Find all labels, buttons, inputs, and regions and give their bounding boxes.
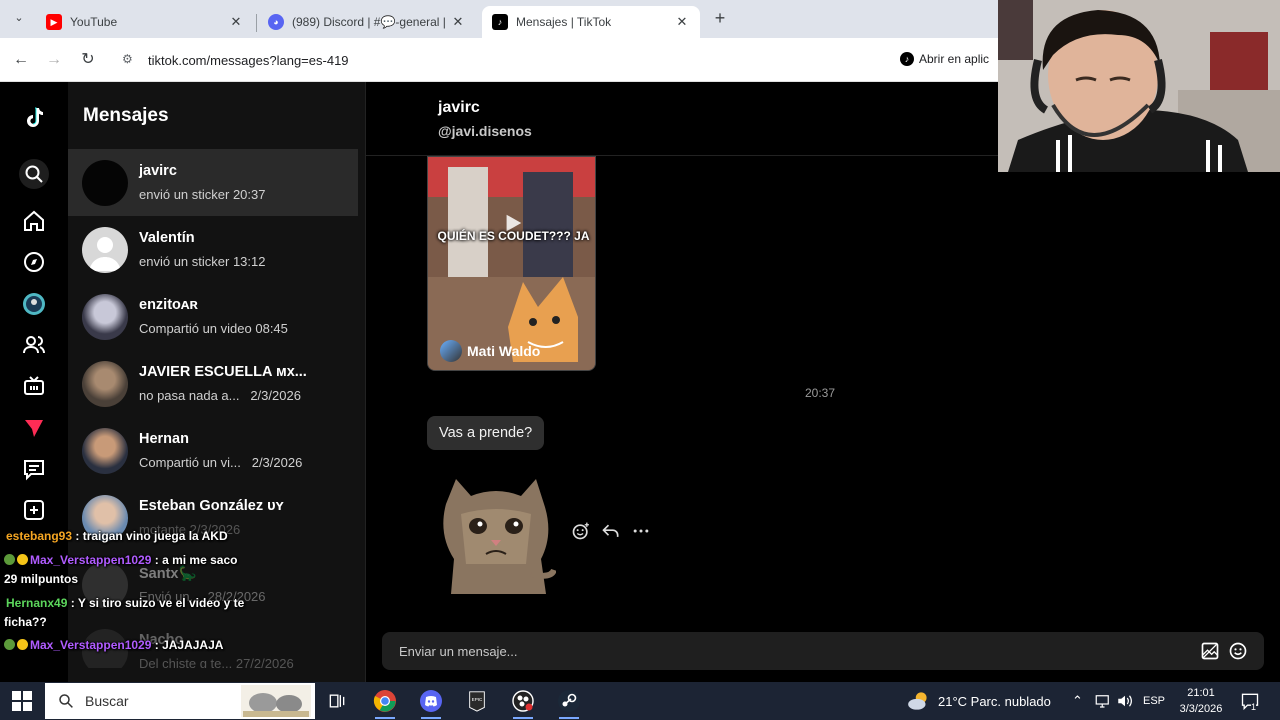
volume-icon[interactable] xyxy=(1116,682,1134,720)
tiktok-icon: ♪ xyxy=(900,52,914,66)
forward-arrow-icon[interactable]: → xyxy=(43,49,65,71)
conversation-item[interactable]: javirc envió un sticker 20:37 xyxy=(68,149,358,216)
reply-icon[interactable] xyxy=(600,520,622,542)
tab-youtube[interactable]: ▶ YouTube ✕ xyxy=(36,6,254,38)
tab-tiktok-messages[interactable]: ♪ Mensajes | TikTok ✕ xyxy=(482,6,700,38)
stream-chat-message: 29 milpuntos xyxy=(4,572,79,586)
site-settings-icon[interactable]: ⚙ xyxy=(122,52,138,68)
discord-icon: ◕ xyxy=(268,14,284,30)
chat-badge-icon xyxy=(17,639,28,650)
chrome-icon[interactable] xyxy=(371,687,399,719)
windows-start-icon[interactable] xyxy=(12,691,32,711)
show-hidden-icons-chevron-icon[interactable]: ⌃ xyxy=(1072,682,1083,720)
conversation-item[interactable]: enzitoᴀʀ Compartió un video 08:45 xyxy=(68,283,358,350)
cat-sticker[interactable] xyxy=(436,474,556,596)
home-icon[interactable] xyxy=(20,207,48,235)
open-in-app-button[interactable]: ♪ Abrir en aplic xyxy=(900,48,989,70)
activity-send-icon[interactable] xyxy=(20,414,48,442)
stream-chat-message: ficha?? xyxy=(4,615,47,629)
back-arrow-icon[interactable]: ← xyxy=(10,49,32,71)
tiktok-icon: ♪ xyxy=(492,14,508,30)
avatar xyxy=(82,294,128,340)
conversation-item[interactable]: JAVIER ESCUELLA ᴍx... no pasa nada a... … xyxy=(68,350,358,417)
reload-icon[interactable]: ↻ xyxy=(77,49,99,71)
stream-chat-message: Max_Verstappen1029 : a mi me saco xyxy=(4,553,237,567)
conversation-item[interactable]: Valentín envió un sticker 13:12 xyxy=(68,216,358,283)
chat-contact-handle[interactable]: @javi.disenos xyxy=(438,123,532,139)
close-tab-icon[interactable]: ✕ xyxy=(228,14,244,30)
task-view-icon[interactable] xyxy=(323,687,351,715)
messages-icon[interactable] xyxy=(20,455,48,483)
system-clock[interactable]: 21:01 3/3/2026 xyxy=(1175,685,1227,717)
weather-widget[interactable]: 21°C Parc. nublado xyxy=(906,682,1051,720)
message-bubble[interactable]: Vas a prende? xyxy=(427,416,545,450)
search-icon xyxy=(59,694,73,708)
windows-taskbar: Buscar EPIC 21°C Parc. nublado ⌃ ESP 21:… xyxy=(0,682,1280,720)
chat-panel: javirc @javi.disenos QUIÉN ES COUDET??? … xyxy=(366,82,1280,682)
discord-icon[interactable] xyxy=(417,687,445,719)
tiktok-logo-icon[interactable] xyxy=(20,104,48,132)
stream-chat-message: Max_Verstappen1029 : JAJAJAJA xyxy=(4,638,223,652)
epic-games-icon[interactable]: EPIC xyxy=(463,687,491,715)
close-tab-icon[interactable]: ✕ xyxy=(450,14,466,30)
network-icon[interactable] xyxy=(1094,682,1112,720)
live-tv-icon[interactable] xyxy=(20,372,48,400)
page-title: Mensajes xyxy=(83,105,169,126)
message-timestamp: 20:37 xyxy=(805,386,836,400)
video-author[interactable]: Mati Waldo xyxy=(440,340,540,362)
notification-count-badge: 1 xyxy=(1251,702,1257,712)
taskbar-search-box[interactable]: Buscar xyxy=(45,683,315,719)
steam-icon[interactable] xyxy=(555,687,583,719)
stream-chat-message: estebang93 : traigan vino juega la AKD xyxy=(6,529,228,543)
tab-search-dropdown-icon[interactable]: ⌄ xyxy=(10,11,28,29)
message-composer xyxy=(382,632,1264,670)
video-thumbnail xyxy=(428,157,595,370)
chat-badge-icon xyxy=(4,639,15,650)
tab-discord[interactable]: ◕ (989) Discord | #💬-general | El ✕ xyxy=(258,6,476,38)
chat-contact-name[interactable]: javirc xyxy=(438,99,480,117)
search-icon[interactable] xyxy=(19,159,49,189)
avatar xyxy=(82,160,128,206)
avatar xyxy=(82,227,128,273)
close-tab-icon[interactable]: ✕ xyxy=(674,14,690,30)
webcam-overlay xyxy=(998,0,1280,172)
stream-chat-overlay: estebang93 : traigan vino juega la AKD M… xyxy=(0,525,320,665)
chat-badge-icon xyxy=(4,554,15,565)
add-reaction-icon[interactable] xyxy=(570,520,592,542)
search-highlight-elephants-icon xyxy=(241,685,311,717)
avatar xyxy=(82,428,128,474)
emoji-icon[interactable] xyxy=(1228,641,1248,661)
video-caption: QUIÉN ES COUDET??? JA xyxy=(437,229,590,243)
message-input[interactable] xyxy=(382,632,1182,670)
streamer-webcam-image xyxy=(998,0,1280,172)
partly-cloudy-icon xyxy=(908,692,927,710)
upload-plus-icon[interactable] xyxy=(20,496,48,524)
avatar xyxy=(82,361,128,407)
chat-badge-icon xyxy=(17,554,28,565)
language-indicator[interactable]: ESP xyxy=(1143,682,1165,720)
youtube-icon: ▶ xyxy=(46,14,62,30)
following-icon[interactable] xyxy=(20,331,48,359)
live-avatar-icon[interactable] xyxy=(20,290,48,318)
stream-chat-message: Hernanx49 : Y si tiro suizo ve el video … xyxy=(6,596,245,610)
tab-divider xyxy=(256,14,257,32)
more-options-icon[interactable] xyxy=(630,520,652,542)
image-upload-icon[interactable] xyxy=(1200,641,1220,661)
shared-video-card[interactable]: QUIÉN ES COUDET??? JA Mati Waldo xyxy=(427,156,596,371)
conversation-item[interactable]: Hernan Compartió un vi... 2/3/2026 xyxy=(68,417,358,484)
avatar xyxy=(440,340,462,362)
notifications-icon[interactable]: 1 xyxy=(1240,682,1260,720)
url-text: tiktok.com/messages?lang=es-419 xyxy=(148,52,349,68)
new-tab-button[interactable]: + xyxy=(710,8,730,28)
explore-compass-icon[interactable] xyxy=(20,248,48,276)
svg-text:EPIC: EPIC xyxy=(472,697,483,702)
obs-recording-icon[interactable] xyxy=(509,687,537,719)
